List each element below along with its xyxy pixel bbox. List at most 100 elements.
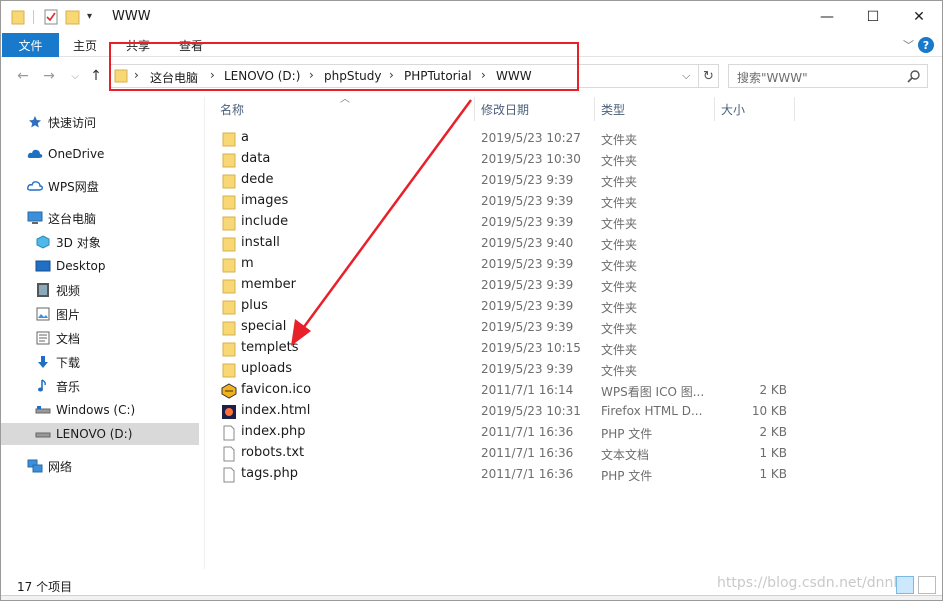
sidebar-item-videos[interactable]: 视频 xyxy=(1,279,199,301)
file-type: 文件夹 xyxy=(601,175,638,189)
file-row[interactable]: special 2019/5/23 9:39 文件夹 xyxy=(213,317,795,338)
item-count: 17 个项目 xyxy=(17,580,73,594)
refresh-button[interactable]: ↻ xyxy=(699,64,719,88)
file-row[interactable]: dede 2019/5/23 9:39 文件夹 xyxy=(213,170,795,191)
file-row[interactable]: templets 2019/5/23 10:15 文件夹 xyxy=(213,338,795,359)
file-type: 文件夹 xyxy=(601,343,638,357)
file-date: 2019/5/23 9:39 xyxy=(481,257,574,271)
column-header-type[interactable]: 类型 xyxy=(601,97,713,121)
sidebar-item-label: 3D 对象 xyxy=(56,235,101,250)
search-placeholder: 搜索"WWW" xyxy=(737,71,808,85)
details-view-button[interactable] xyxy=(896,576,914,594)
file-name: favicon.ico xyxy=(241,382,312,397)
file-name: robots.txt xyxy=(241,445,305,460)
folder-icon xyxy=(221,152,237,168)
address-dropdown-icon[interactable]: ⌵ xyxy=(682,69,690,83)
sidebar-item-desktop[interactable]: Desktop xyxy=(1,255,199,277)
file-name: index.html xyxy=(241,403,311,418)
new-folder-icon[interactable] xyxy=(65,9,81,25)
window-title: WWW xyxy=(112,9,151,24)
column-divider[interactable] xyxy=(474,97,475,121)
search-input[interactable]: 搜索"WWW" xyxy=(728,64,928,88)
column-divider[interactable] xyxy=(594,97,595,121)
sidebar-item-label: 下载 xyxy=(56,355,81,370)
file-type: Firefox HTML D... xyxy=(601,404,703,418)
customize-toolbar-icon[interactable]: ▾ xyxy=(87,11,92,27)
file-row[interactable]: plus 2019/5/23 9:39 文件夹 xyxy=(213,296,795,317)
file-row[interactable]: member 2019/5/23 9:39 文件夹 xyxy=(213,275,795,296)
file-row[interactable]: include 2019/5/23 9:39 文件夹 xyxy=(213,212,795,233)
file-row[interactable]: a 2019/5/23 10:27 文件夹 xyxy=(213,128,795,149)
column-header-date[interactable]: 修改日期 xyxy=(481,97,593,121)
sidebar-item-label: 网络 xyxy=(48,459,73,474)
file-row[interactable]: install 2019/5/23 9:40 文件夹 xyxy=(213,233,795,254)
sidebar-item-onedrive[interactable]: OneDrive xyxy=(1,143,199,165)
sidebar-item-this-pc[interactable]: 这台电脑 xyxy=(1,207,199,229)
file-name: data xyxy=(241,151,271,166)
video-icon xyxy=(35,282,51,298)
properties-icon[interactable] xyxy=(43,9,59,25)
file-size: 10 KB xyxy=(751,404,787,418)
file-name: tags.php xyxy=(241,466,298,481)
wps-cloud-icon xyxy=(27,178,43,194)
file-row[interactable]: uploads 2019/5/23 9:39 文件夹 xyxy=(213,359,795,380)
file-size: 2 KB xyxy=(759,383,787,397)
file-date: 2019/5/23 10:31 xyxy=(481,404,581,418)
sidebar-item-music[interactable]: 音乐 xyxy=(1,375,199,397)
tab-file[interactable]: 文件 xyxy=(2,33,59,57)
tab-home[interactable]: 主页 xyxy=(73,33,97,57)
file-date: 2011/7/1 16:36 xyxy=(481,446,574,460)
file-date: 2019/5/23 9:39 xyxy=(481,299,574,313)
sidebar-item-lenovo-d[interactable]: LENOVO (D:) xyxy=(1,423,199,445)
sidebar-item-documents[interactable]: 文档 xyxy=(1,327,199,349)
sidebar-item-quick-access[interactable]: 快速访问 xyxy=(1,111,199,133)
sidebar-item-label: 视频 xyxy=(56,283,81,298)
column-divider[interactable] xyxy=(794,97,795,121)
file-name: include xyxy=(241,214,289,229)
sidebar-item-downloads[interactable]: 下载 xyxy=(1,351,199,373)
folder-icon xyxy=(221,320,237,336)
sidebar-item-wps-cloud[interactable]: WPS网盘 xyxy=(1,175,199,197)
back-arrow-icon[interactable]: ← xyxy=(13,66,33,86)
file-date: 2019/5/23 9:39 xyxy=(481,362,574,376)
folder-icon xyxy=(221,236,237,252)
sidebar-item-pictures[interactable]: 图片 xyxy=(1,303,199,325)
close-button[interactable]: ✕ xyxy=(896,1,942,33)
recent-locations-icon[interactable]: ⌵ xyxy=(65,66,85,86)
file-size: 1 KB xyxy=(759,446,787,460)
file-row[interactable]: favicon.ico 2011/7/1 16:14 WPS看图 ICO 图... 2… xyxy=(213,380,795,401)
file-date: 2011/7/1 16:14 xyxy=(481,383,574,397)
file-type: 文件夹 xyxy=(601,238,638,252)
file-row[interactable]: data 2019/5/23 10:30 文件夹 xyxy=(213,149,795,170)
forward-arrow-icon[interactable]: → xyxy=(39,66,59,86)
file-icon xyxy=(221,467,237,483)
maximize-button[interactable]: ☐ xyxy=(850,1,896,33)
file-date: 2019/5/23 9:40 xyxy=(481,236,574,250)
file-row[interactable]: index.html 2019/5/23 10:31 Firefox HTML D.… xyxy=(213,401,795,422)
folder-icon xyxy=(221,362,237,378)
file-icon xyxy=(221,446,237,462)
file-type: 文件夹 xyxy=(601,280,638,294)
file-row[interactable]: images 2019/5/23 9:39 文件夹 xyxy=(213,191,795,212)
sidebar-item-network[interactable]: 网络 xyxy=(1,455,199,477)
download-icon xyxy=(35,354,51,370)
minimize-button[interactable]: — xyxy=(804,1,850,33)
help-button[interactable]: ? xyxy=(918,37,934,53)
address-highlight-annotation xyxy=(109,42,579,91)
file-row[interactable]: tags.php 2011/7/1 16:36 PHP 文件 1 KB xyxy=(213,464,795,485)
sidebar-item-windows-c[interactable]: Windows (C:) xyxy=(1,399,199,421)
column-divider[interactable] xyxy=(714,97,715,121)
large-icons-view-button[interactable] xyxy=(918,576,936,594)
sidebar-item-3d-objects[interactable]: 3D 对象 xyxy=(1,231,199,253)
file-type: 文件夹 xyxy=(601,364,638,378)
up-arrow-icon[interactable]: ↑ xyxy=(86,66,106,86)
file-date: 2019/5/23 9:39 xyxy=(481,173,574,187)
file-row[interactable]: robots.txt 2011/7/1 16:36 文本文档 1 KB xyxy=(213,443,795,464)
folder-icon xyxy=(221,257,237,273)
column-header-name[interactable]: 名称 xyxy=(220,97,472,121)
column-header-size[interactable]: 大小 xyxy=(721,97,791,121)
file-row[interactable]: m 2019/5/23 9:39 文件夹 xyxy=(213,254,795,275)
file-row[interactable]: index.php 2011/7/1 16:36 PHP 文件 2 KB xyxy=(213,422,795,443)
chevron-down-icon[interactable]: ﹀ xyxy=(903,37,914,53)
pane-divider xyxy=(204,97,205,569)
